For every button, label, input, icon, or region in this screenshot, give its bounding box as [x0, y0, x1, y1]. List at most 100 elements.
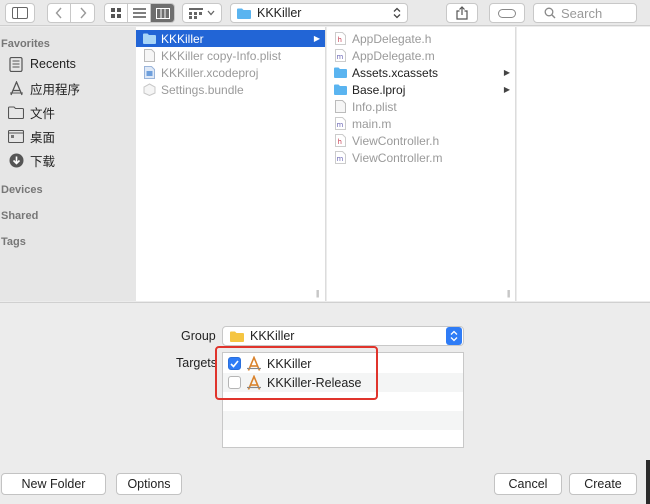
recents-icon [8, 56, 24, 72]
create-button[interactable]: Create [569, 473, 637, 495]
toolbar: KKKiller Search [0, 0, 650, 26]
arrange-icon [189, 7, 203, 19]
folder-icon [237, 8, 251, 19]
svg-text:h: h [338, 138, 342, 146]
column-item-label: AppDelegate.h [352, 31, 432, 46]
group-popup[interactable]: KKKiller [222, 326, 464, 346]
chevron-down-icon [207, 10, 215, 16]
sidebar-item-desktop[interactable]: 桌面 [8, 127, 55, 145]
column-resize-handle[interactable]: || [316, 289, 319, 298]
column-item-label: Assets.xcassets [352, 65, 439, 80]
svg-text:m: m [337, 121, 344, 129]
back-button[interactable] [48, 4, 71, 22]
sidebar-toggle-icon [12, 7, 28, 19]
column-item-label: AppDelegate.m [352, 48, 435, 63]
disclosure-arrow-icon: ▶ [503, 68, 510, 77]
updown-chevron-icon [446, 327, 462, 345]
folder-icon [334, 83, 347, 96]
sidebar-item-label: 桌面 [30, 130, 56, 145]
disclosure-arrow-icon: ▶ [313, 34, 320, 43]
column-resize-handle[interactable]: || [507, 289, 510, 298]
chevron-left-icon [55, 7, 62, 19]
column-item-label: ViewController.m [352, 150, 443, 165]
path-popup-label: KKKiller [257, 6, 302, 20]
column-item-label: Settings.bundle [161, 82, 244, 97]
column-item-kkkiller-folder[interactable]: KKKiller ▶ [136, 30, 325, 47]
column-view-button[interactable] [151, 4, 174, 22]
sidebar-section-tags: Tags [1, 236, 26, 248]
new-folder-button[interactable]: New Folder [1, 473, 106, 495]
column-item-label: KKKiller [161, 31, 204, 46]
column-item-label: KKKiller.xcodeproj [161, 65, 259, 80]
source-file-icon: m [334, 49, 347, 62]
column-item-main-m[interactable]: m main.m [327, 115, 515, 132]
list-view-icon [132, 8, 146, 18]
icon-view-button[interactable] [105, 4, 128, 22]
sidebar-item-downloads[interactable]: 下载 [8, 151, 55, 169]
share-button[interactable] [446, 3, 478, 23]
downloads-icon [8, 152, 24, 168]
search-icon [544, 7, 556, 19]
column-item-base-lproj[interactable]: Base.lproj ▶ [327, 81, 515, 98]
plist-file-icon [143, 49, 156, 62]
column-item-appdelegate-h[interactable]: h AppDelegate.h [327, 30, 515, 47]
column-item-appdelegate-m[interactable]: m AppDelegate.m [327, 47, 515, 64]
column-item-label: main.m [352, 116, 392, 131]
sidebar-item-label: Recents [30, 57, 76, 71]
sidebar-toggle-button[interactable] [5, 3, 35, 23]
annotation-highlight-box [215, 346, 378, 400]
sidebar-item-applications[interactable]: 应用程序 [8, 79, 80, 97]
column-item-label: Base.lproj [352, 82, 406, 97]
folder-icon [230, 331, 244, 342]
sidebar-item-label: 下载 [30, 154, 56, 169]
view-mode-group [104, 3, 175, 23]
column-item-viewcontroller-h[interactable]: h ViewController.h [327, 132, 515, 149]
window-edge [646, 460, 650, 504]
sidebar-item-label: 文件 [30, 106, 56, 121]
folder-icon [143, 32, 156, 45]
sidebar-item-documents[interactable]: 文件 [8, 103, 55, 121]
back-forward-group [47, 3, 95, 23]
column-item-viewcontroller-m[interactable]: m ViewController.m [327, 149, 515, 166]
folder-icon [334, 66, 347, 79]
search-field[interactable]: Search [533, 3, 637, 23]
path-popup[interactable]: KKKiller [230, 3, 408, 23]
sidebar: Favorites Recents 应用程序 文件 桌面 下载 Devices … [0, 27, 136, 301]
svg-text:h: h [338, 36, 342, 44]
disclosure-arrow-icon: ▶ [503, 85, 510, 94]
tags-button[interactable] [489, 3, 525, 23]
options-panel: Group KKKiller Targets KKKiller KKKiller… [0, 302, 650, 504]
sidebar-section-shared: Shared [1, 210, 39, 222]
arrange-menu-button[interactable] [182, 3, 222, 23]
source-file-icon: m [334, 117, 347, 130]
column-item-info-plist-2[interactable]: Info.plist [327, 98, 515, 115]
xcodeproj-icon [143, 66, 156, 79]
cancel-button[interactable]: Cancel [494, 473, 562, 495]
browser-column-2: h AppDelegate.h m AppDelegate.m Assets.x… [327, 27, 516, 301]
target-row-empty [223, 430, 463, 447]
header-file-icon: h [334, 32, 347, 45]
plist-file-icon [334, 100, 347, 113]
group-label: Group [181, 329, 216, 343]
forward-button[interactable] [71, 4, 94, 22]
desktop-icon [8, 128, 24, 144]
chevron-right-icon [79, 7, 86, 19]
updown-chevron-icon [393, 7, 401, 19]
group-popup-label: KKKiller [250, 329, 295, 343]
sidebar-item-recents[interactable]: Recents [8, 55, 76, 73]
header-file-icon: h [334, 134, 347, 147]
column-item-label: KKKiller copy-Info.plist [161, 48, 282, 63]
list-view-button[interactable] [128, 4, 151, 22]
column-item-label: Info.plist [352, 99, 397, 114]
sidebar-section-favorites: Favorites [1, 38, 50, 50]
target-row-empty [223, 411, 463, 430]
column-item-xcodeproj[interactable]: KKKiller.xcodeproj [136, 64, 325, 81]
folder-icon [8, 104, 24, 120]
options-button[interactable]: Options [116, 473, 182, 495]
column-item-info-plist[interactable]: KKKiller copy-Info.plist [136, 47, 325, 64]
targets-label: Targets [176, 356, 217, 370]
browser-column-3 [517, 27, 650, 301]
column-item-settings-bundle[interactable]: Settings.bundle [136, 81, 325, 98]
column-item-label: ViewController.h [352, 133, 440, 148]
column-item-assets-xcassets[interactable]: Assets.xcassets ▶ [327, 64, 515, 81]
